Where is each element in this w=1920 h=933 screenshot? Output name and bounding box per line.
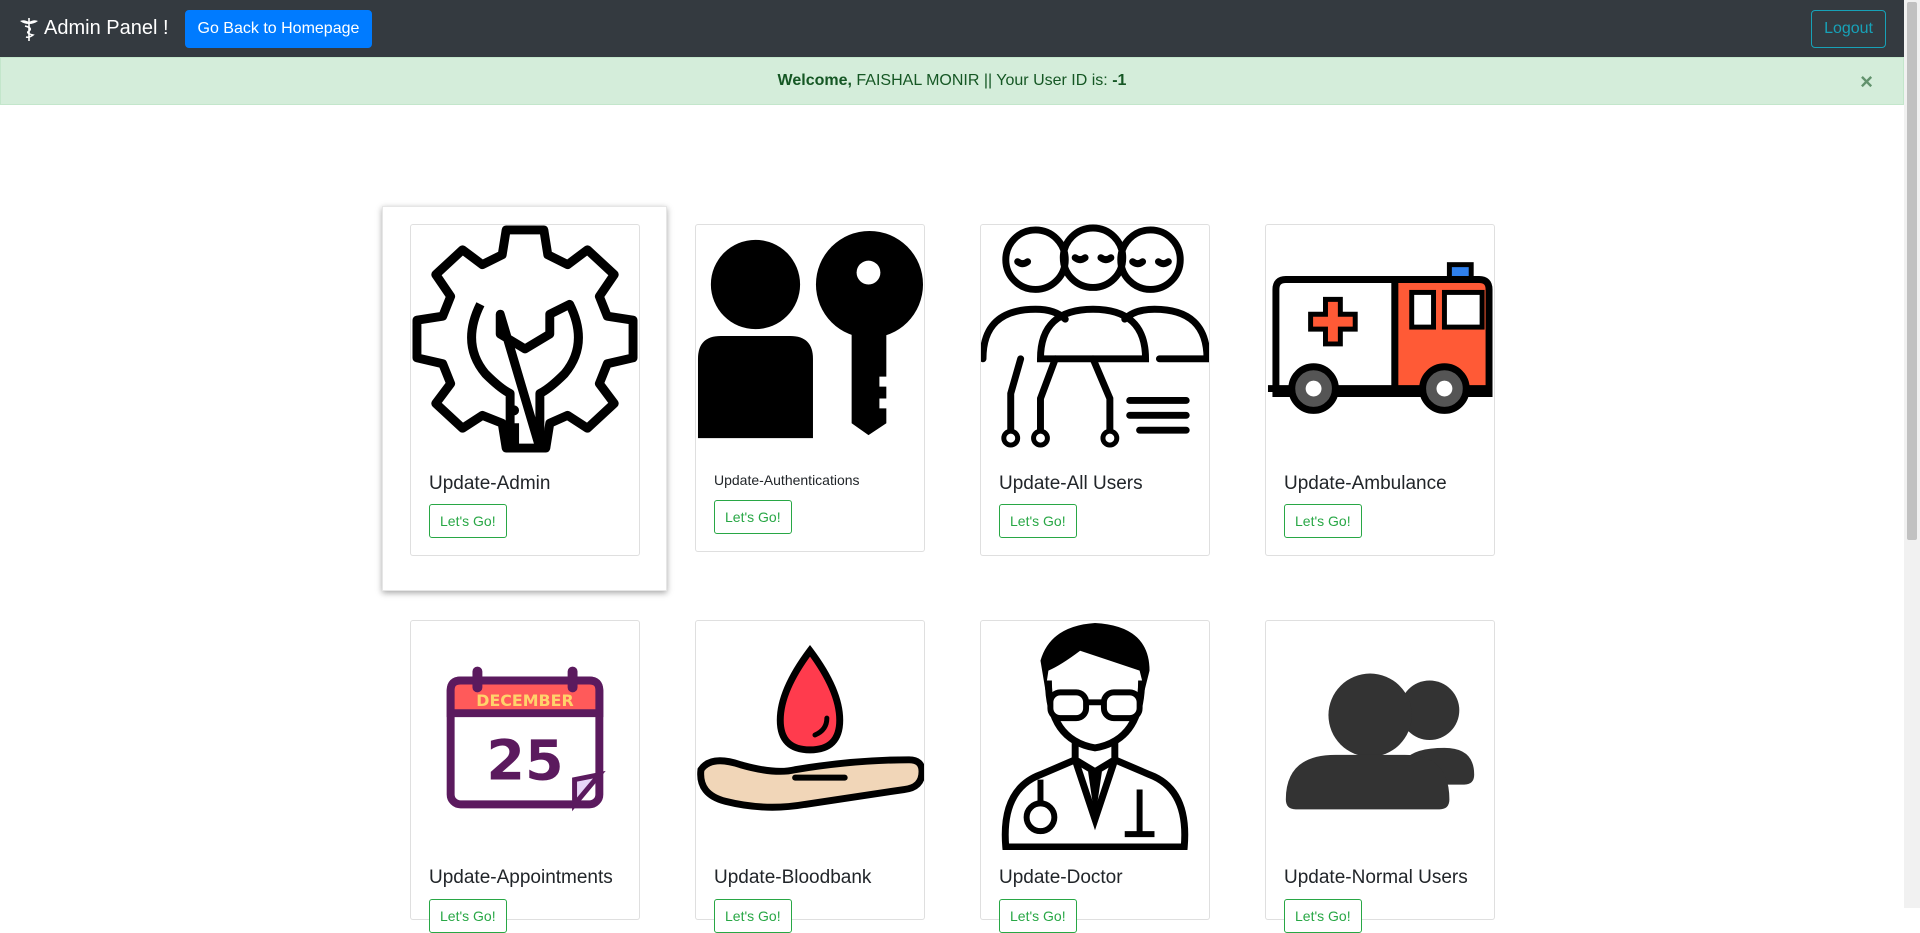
blood-drop-hand-icon <box>696 621 924 849</box>
lets-go-button[interactable]: Let's Go! <box>1284 504 1362 538</box>
users-network-icon <box>981 224 1209 453</box>
welcome-message: FAISHAL MONIR || Your User ID is: <box>856 72 1108 89</box>
card-update-admin: Update-Admin Let's Go! <box>410 224 640 556</box>
lets-go-button[interactable]: Let's Go! <box>999 504 1077 538</box>
top-navbar: Admin Panel ! Go Back to Homepage Logout <box>0 0 1904 57</box>
lets-go-button[interactable]: Let's Go! <box>429 504 507 538</box>
brand[interactable]: Admin Panel ! <box>18 16 169 42</box>
scrollbar[interactable] <box>1904 0 1920 908</box>
card-title: Update-Doctor <box>999 867 1123 888</box>
home-button[interactable]: Go Back to Homepage <box>184 9 373 48</box>
card-update-bloodbank: Update-Bloodbank Let's Go! <box>695 620 925 933</box>
users-icon <box>1266 621 1494 849</box>
card-title: Update-All Users <box>999 473 1143 494</box>
card-title: Update-Authentications <box>714 472 860 488</box>
card-title: Update-Appointments <box>429 867 613 888</box>
user-key-icon <box>696 225 924 453</box>
calendar-month: DECEMBER <box>476 691 573 710</box>
card-title: Update-Admin <box>429 473 551 494</box>
logout-button[interactable]: Logout <box>1811 10 1886 48</box>
calendar-icon: DECEMBER 25 <box>411 621 639 849</box>
card-update-appointments: DECEMBER 25 Update-Appointments Let's Go… <box>410 620 640 933</box>
welcome-alert: Welcome, FAISHAL MONIR || Your User ID i… <box>0 57 1904 105</box>
welcome-label: Welcome, <box>777 72 852 89</box>
gear-wrench-icon <box>411 225 639 453</box>
lets-go-button[interactable]: Let's Go! <box>999 899 1077 933</box>
user-id: -1 <box>1112 72 1127 89</box>
card-update-normal-users: Update-Normal Users Let's Go! <box>1265 620 1495 933</box>
card-update-all-users: Update-All Users Let's Go! <box>980 224 1210 556</box>
ambulance-icon <box>1266 225 1494 453</box>
lets-go-button[interactable]: Let's Go! <box>1284 899 1362 933</box>
lets-go-button[interactable]: Let's Go! <box>429 899 507 933</box>
lets-go-button[interactable]: Let's Go! <box>714 899 792 933</box>
card-title: Update-Bloodbank <box>714 867 872 888</box>
card-update-authentications: Update-Authentications Let's Go! <box>695 224 925 552</box>
doctor-icon <box>981 621 1209 850</box>
card-update-doctor: Update-Doctor Let's Go! <box>980 620 1210 933</box>
card-title: Update-Normal Users <box>1284 867 1468 888</box>
card-update-ambulance: Update-Ambulance Let's Go! <box>1265 224 1495 556</box>
lets-go-button[interactable]: Let's Go! <box>714 500 792 534</box>
scrollbar-thumb[interactable] <box>1907 2 1917 540</box>
close-icon[interactable]: × <box>1860 69 1873 95</box>
calendar-day: 25 <box>486 729 563 794</box>
brand-title: Admin Panel ! <box>44 17 169 39</box>
caduceus-icon <box>20 17 38 41</box>
card-title: Update-Ambulance <box>1284 473 1447 494</box>
